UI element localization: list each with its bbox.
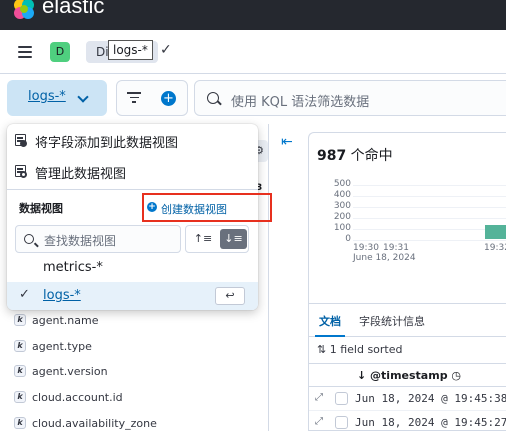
app-navbar: D Discover ✓ [0,30,506,74]
data-view-option-label: logs-* [43,288,81,303]
row-checkbox[interactable] [335,416,348,429]
brand-name: elastic [42,0,105,18]
y-tick-label: 400 [333,190,351,200]
global-header: elastic [0,0,506,30]
field-item[interactable]: k agent.name [14,308,98,332]
menu-item-label: 将字段添加到此数据视图 [35,136,179,151]
check-icon: ✓ [160,42,172,58]
query-bar: logs-* + 使用 KQL 语法筛选数据 [0,74,506,124]
search-placeholder: 使用 KQL 语法筛选数据 [231,95,370,110]
manage-data-view-icon [15,165,27,178]
data-view-picker-button[interactable]: logs-* [7,80,107,116]
kql-search-input[interactable]: 使用 KQL 语法筛选数据 [194,80,506,116]
y-tick-label: 300 [333,201,351,211]
row-checkbox[interactable] [335,392,348,405]
sort-down-icon: ↓ [357,369,371,382]
popover-divider [7,189,258,190]
sort-icon: ⇅ [317,343,330,356]
gridline [353,218,506,219]
sort-ascending-button[interactable]: ↑≡ [190,230,216,248]
elastic-logo-icon[interactable] [12,0,36,20]
x-tick-label: 19:31 [383,243,409,253]
expand-row-icon[interactable]: ⤢ [315,392,323,403]
create-data-view-link[interactable]: 创建数据视图 [161,201,227,217]
gridline [353,185,506,186]
data-view-tooltip: logs-* [108,40,153,60]
data-view-search-placeholder: 查找数据视图 [44,234,117,248]
main-panel: 987 个命中 500 400 300 200 100 0 19:30 19:3… [308,132,506,431]
chevron-down-icon [77,91,89,103]
hits-counter: 987 个命中 [317,145,393,165]
timestamp-cell: Jun 18, 2024 @ 19:45:27 [355,416,506,429]
field-name: agent.version [32,364,108,378]
column-header-label: @timestamp [370,369,448,382]
menu-item-label: 管理此数据视图 [35,167,127,182]
add-filter-icon[interactable]: + [161,91,176,106]
x-tick-label: 19:32 [484,243,506,253]
y-tick-label: 0 [345,234,351,244]
search-icon [207,92,219,104]
field-item[interactable]: k cloud.account.id [14,385,123,409]
column-header-timestamp[interactable]: ↓ @timestamp ◷ [357,369,461,382]
data-view-option[interactable]: metrics-* [7,254,258,282]
sorted-label: 1 field sorted [329,343,403,356]
keyword-type-icon: k [14,340,26,352]
gridline [353,207,506,208]
field-name: cloud.availability_zone [32,416,157,430]
y-tick-label: 200 [333,212,351,222]
data-view-option-label: metrics-* [43,260,103,275]
collapse-sidebar-icon[interactable]: ⇤ [281,134,293,150]
data-view-picker-label: logs-* [28,89,66,104]
y-tick-label: 100 [333,223,351,233]
table-row: ⤢ Jun 18, 2024 @ 19:45:38 [309,387,506,411]
keyword-type-icon: k [14,314,26,326]
timestamp-cell: Jun 18, 2024 @ 19:45:38 [355,392,506,405]
data-views-section-title: 数据视图 [19,202,63,215]
sort-descending-button[interactable]: ↓≡ [220,229,247,249]
clock-icon: ◷ [447,369,461,382]
add-field-menu-item[interactable]: 将字段添加到此数据视图 [7,125,258,155]
gridline [353,229,506,230]
histogram-bar[interactable] [485,225,506,239]
data-view-option-selected[interactable]: ✓ logs-* ↩ [7,282,258,310]
gridline [353,196,506,197]
sort-indicator[interactable]: ⇅ 1 field sorted [317,343,403,356]
create-data-view-highlight: + 创建数据视图 [142,193,272,222]
expand-row-icon[interactable]: ⤢ [315,416,323,427]
x-date-label: June 18, 2024 [353,253,416,263]
check-icon: ✓ [19,287,30,302]
manage-data-view-menu-item[interactable]: 管理此数据视图 [7,156,258,186]
filter-icon[interactable] [127,92,141,104]
sort-toggle-group: ↑≡ ↓≡ [185,225,249,253]
keyword-type-icon: k [14,417,26,429]
hits-suffix: 个命中 [346,148,393,164]
field-name: cloud.account.id [32,390,123,404]
table-header: ↓ @timestamp ◷ [309,363,506,387]
field-item[interactable]: k agent.type [14,334,92,358]
tab-field-statistics[interactable]: 字段统计信息 [359,313,425,329]
keyword-type-icon: k [14,365,26,377]
plus-circle-icon: + [147,202,157,212]
field-name: agent.name [32,313,99,327]
field-item[interactable]: k agent.version [14,359,108,383]
active-tab-indicator [315,335,345,337]
space-avatar[interactable]: D [50,42,70,62]
keyword-type-icon: k [14,391,26,403]
field-name: agent.type [32,339,92,353]
gridline [353,240,506,241]
hits-count: 987 [317,148,347,164]
search-icon [24,234,34,244]
results-tabs: 文档 字段统计信息 [309,303,506,337]
x-tick-label: 19:30 [353,243,379,253]
tab-documents[interactable]: 文档 [319,313,341,329]
table-row: ⤢ Jun 18, 2024 @ 19:45:27 [309,411,506,430]
filter-controls: + [116,80,188,116]
y-tick-label: 500 [333,179,351,189]
data-view-search-input[interactable]: 查找数据视图 [15,225,181,253]
add-field-icon [15,134,27,147]
menu-icon[interactable] [18,46,32,58]
enter-key-icon: ↩ [215,287,245,305]
sidebar-divider [268,124,269,431]
field-item[interactable]: k cloud.availability_zone [14,411,157,431]
